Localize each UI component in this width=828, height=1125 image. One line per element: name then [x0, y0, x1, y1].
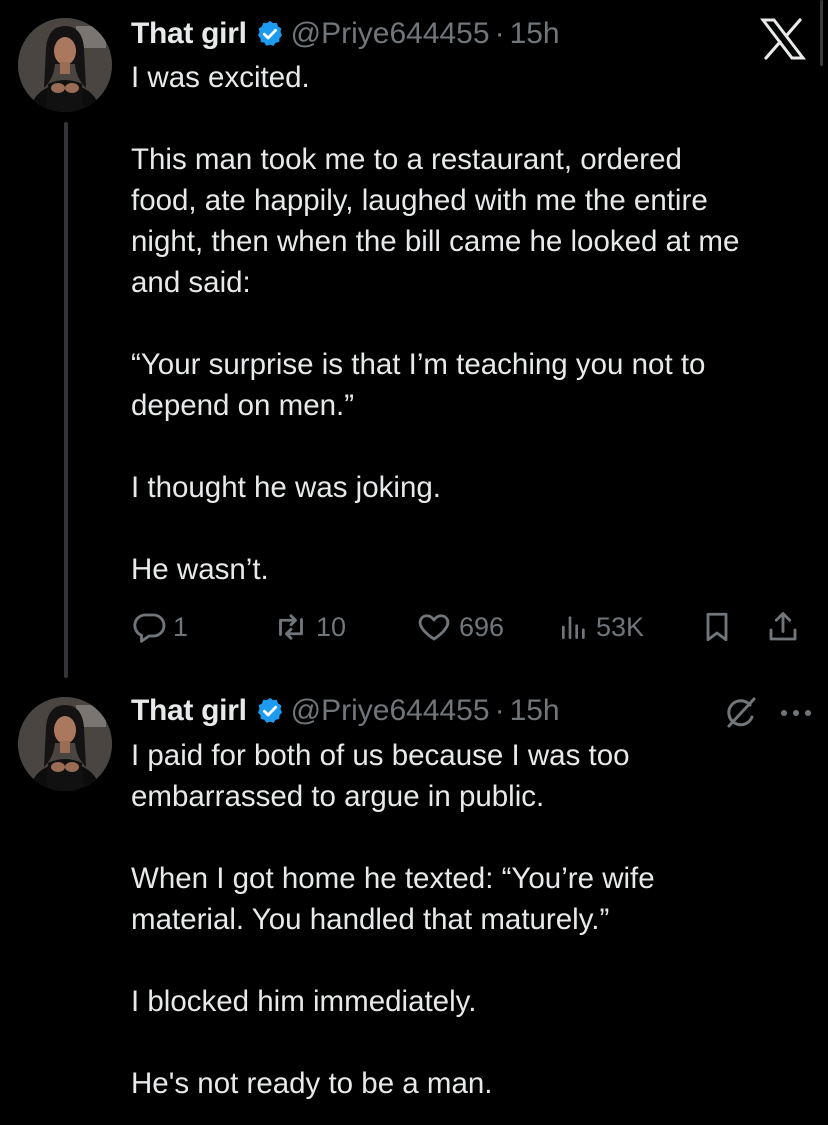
bookmark-icon: [699, 609, 735, 645]
bookmark-button[interactable]: [699, 607, 735, 647]
text-line: When I got home he texted: “You’re wife: [131, 862, 655, 895]
separator-dot: ·: [494, 694, 505, 727]
author-name[interactable]: That girl: [131, 694, 247, 728]
separator-dot: ·: [494, 17, 505, 50]
text-line: This man took me to a restaurant, ordere…: [131, 143, 682, 176]
text-line: and said:: [131, 266, 251, 299]
scroll-indicator[interactable]: [820, 0, 823, 66]
tweet-2-header: That girl @Priye644455 · 15h: [131, 693, 560, 729]
text-line: depend on men.”: [131, 389, 355, 422]
verified-badge-icon: [255, 696, 285, 726]
text-line: I blocked him immediately.: [131, 985, 477, 1018]
text-line: I paid for both of us because I was too: [131, 739, 630, 772]
tweet-timestamp[interactable]: 15h: [510, 17, 560, 51]
text-line: He's not ready to be a man.: [131, 1067, 493, 1100]
text-line: embarrassed to argue in public.: [131, 780, 545, 813]
share-button[interactable]: [765, 607, 801, 647]
views-count: 53K: [596, 611, 645, 642]
tweet-1-text: I was excited. This man took me to a res…: [131, 57, 811, 590]
repost-button[interactable]: 10: [272, 607, 346, 647]
reply-button[interactable]: 1: [131, 607, 188, 647]
tweet-thread: That girl @Priye644455 · 15h I was excit…: [0, 0, 828, 1125]
avatar[interactable]: [18, 697, 112, 791]
text-line: “Your surprise is that I’m teaching you …: [131, 348, 706, 381]
author-handle[interactable]: @Priye644455: [291, 17, 490, 51]
more-icon[interactable]: [776, 698, 816, 728]
heart-icon: [415, 609, 453, 645]
like-count: 696: [459, 611, 505, 642]
verified-badge-icon: [255, 19, 285, 49]
text-line: night, then when the bill came he looked…: [131, 225, 740, 258]
text-line: food, ate happily, laughed with me the e…: [131, 184, 708, 217]
text-line: He wasn’t.: [131, 553, 269, 586]
thread-connector-line: [64, 122, 68, 678]
views-button[interactable]: 53K: [558, 607, 644, 647]
grok-icon[interactable]: [720, 693, 760, 733]
reply-icon: [131, 609, 167, 645]
share-icon: [765, 609, 801, 645]
like-button[interactable]: 696: [415, 607, 504, 647]
tweet-1-header: That girl @Priye644455 · 15h: [131, 16, 560, 52]
reply-count: 1: [173, 611, 189, 642]
text-line: I thought he was joking.: [131, 471, 441, 504]
tweet-1-action-bar: 1 10 696 53K: [131, 607, 811, 647]
views-icon: [558, 609, 590, 645]
author-handle[interactable]: @Priye644455: [291, 694, 490, 728]
repost-count: 10: [316, 611, 347, 642]
tweet-2-text: I paid for both of us because I was too …: [131, 735, 811, 1104]
tweet-timestamp[interactable]: 15h: [510, 694, 560, 728]
repost-icon: [272, 609, 310, 645]
text-line: I was excited.: [131, 61, 310, 94]
x-logo-icon[interactable]: [759, 18, 807, 60]
text-line: material. You handled that maturely.”: [131, 903, 610, 936]
avatar[interactable]: [18, 18, 112, 112]
author-name[interactable]: That girl: [131, 17, 247, 51]
